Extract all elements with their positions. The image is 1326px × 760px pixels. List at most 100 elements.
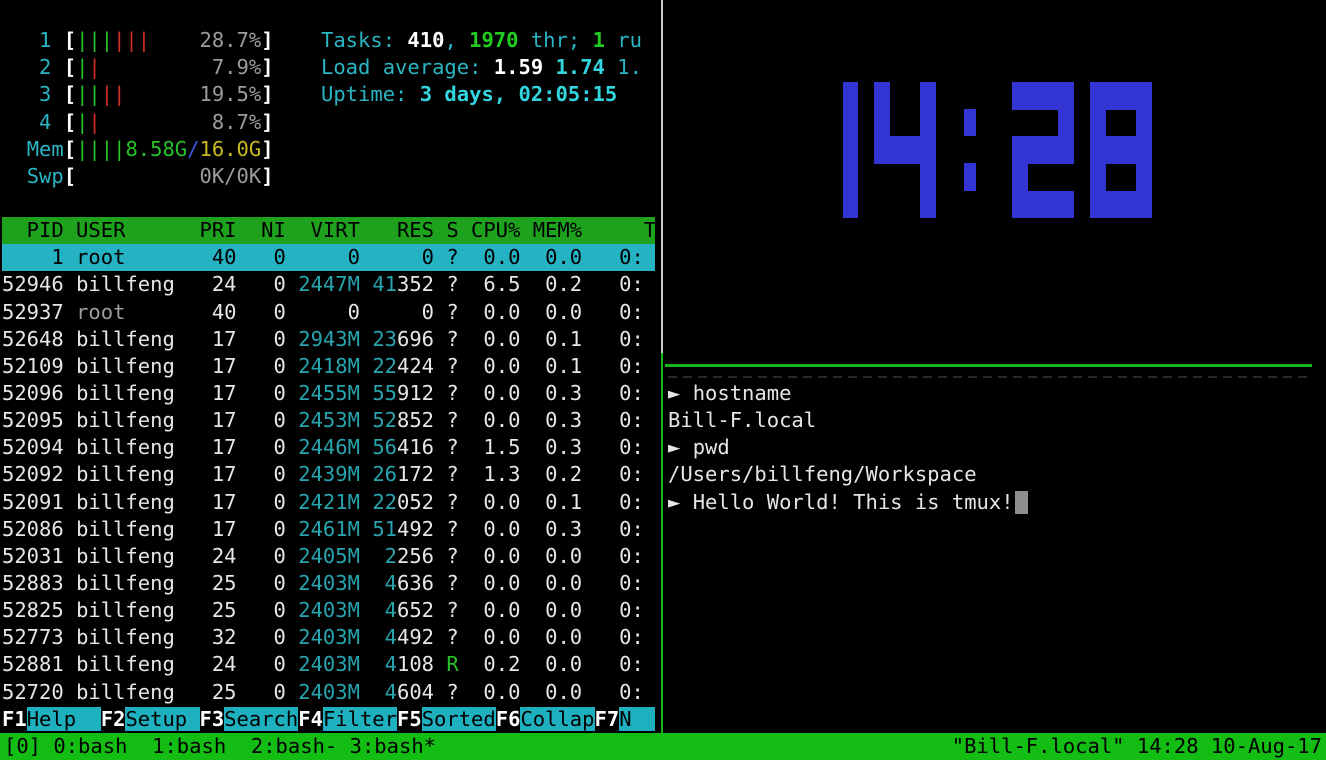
fkey-n-key[interactable]: F7 bbox=[595, 707, 620, 731]
cell-ni: 0 bbox=[237, 327, 286, 351]
process-row[interactable]: 52109 billfeng 17 0 2418M 22424 ? 0.0 0.… bbox=[2, 353, 655, 380]
process-row[interactable]: 52086 billfeng 17 0 2461M 51492 ? 0.0 0.… bbox=[2, 516, 655, 543]
process-row[interactable]: 52091 billfeng 17 0 2421M 22052 ? 0.0 0.… bbox=[2, 489, 655, 516]
process-row[interactable]: 52092 billfeng 17 0 2439M 26172 ? 1.3 0.… bbox=[2, 461, 655, 488]
cell-res: 696 bbox=[397, 327, 434, 351]
cell-res: 4 bbox=[385, 625, 397, 649]
process-row[interactable]: 52720 billfeng 25 0 2403M 4604 ? 0.0 0.0… bbox=[2, 679, 655, 706]
process-row[interactable]: 52096 billfeng 17 0 2455M 55912 ? 0.0 0.… bbox=[2, 380, 655, 407]
cell-cpu: 0.0 bbox=[459, 625, 521, 649]
blank-line bbox=[2, 0, 655, 27]
cell-ni: 0 bbox=[237, 272, 286, 296]
cell-cpu: 0.0 bbox=[459, 598, 521, 622]
fkey-sorted-button[interactable]: Sorted bbox=[422, 707, 496, 731]
cell-pri: 17 bbox=[187, 517, 236, 541]
process-row[interactable]: 52094 billfeng 17 0 2446M 56416 ? 1.5 0.… bbox=[2, 434, 655, 461]
process-row[interactable]: 52031 billfeng 24 0 2405M 2256 ? 0.0 0.0… bbox=[2, 543, 655, 570]
fkey-search-key[interactable]: F3 bbox=[200, 707, 225, 731]
process-table-header[interactable]: PID USER PRI NI VIRT RES S CPU% MEM% TIM… bbox=[2, 217, 655, 244]
cell-pri: 17 bbox=[187, 490, 236, 514]
meter-bracket-close: ] bbox=[261, 82, 273, 106]
shell-command: hostname bbox=[693, 381, 792, 405]
cell-pri: 24 bbox=[187, 272, 236, 296]
summary-tasks-segment: Tasks: bbox=[321, 28, 407, 52]
fkey-help-key[interactable]: F1 bbox=[2, 707, 27, 731]
cell-time: 0: bbox=[582, 517, 644, 541]
text-segment bbox=[286, 462, 298, 486]
process-row[interactable]: 52946 billfeng 24 0 2447M 41352 ? 6.5 0.… bbox=[2, 271, 655, 298]
fkey-collap-key[interactable]: F6 bbox=[496, 707, 521, 731]
process-row[interactable]: 52937 root 40 0 0 0 ? 0.0 0.0 0: bbox=[2, 299, 655, 326]
text-segment bbox=[2, 82, 27, 106]
cell-pid: 52086 bbox=[2, 517, 64, 541]
text-segment bbox=[286, 327, 298, 351]
text-segment bbox=[64, 462, 76, 486]
text-segment bbox=[64, 408, 76, 432]
meter-label: Swp bbox=[27, 164, 64, 188]
process-row[interactable]: 52881 billfeng 24 0 2403M 4108 R 0.2 0.0… bbox=[2, 651, 655, 678]
summary-load-average-segment: 1.59 bbox=[494, 55, 556, 79]
cell-user: billfeng bbox=[76, 354, 187, 378]
window-tab-0[interactable]: 0:bash bbox=[53, 734, 152, 758]
summary-tasks-segment: thr; bbox=[519, 28, 593, 52]
shell-command: Hello World! This is tmux! bbox=[693, 490, 1014, 514]
meter-bracket-close: ] bbox=[261, 137, 273, 161]
process-row[interactable]: 52095 billfeng 17 0 2453M 52852 ? 0.0 0.… bbox=[2, 407, 655, 434]
fkey-filter-button[interactable]: Filter bbox=[323, 707, 397, 731]
process-row[interactable]: 52825 billfeng 25 0 2403M 4652 ? 0.0 0.0… bbox=[2, 597, 655, 624]
pane-border-horizontal-active[interactable] bbox=[665, 364, 1312, 367]
process-row[interactable]: 52883 billfeng 25 0 2403M 4636 ? 0.0 0.0… bbox=[2, 570, 655, 597]
shell-prompt-line[interactable]: ► Hello World! This is tmux! bbox=[668, 489, 1318, 516]
window-tab-2[interactable]: 2:bash- bbox=[251, 734, 350, 758]
fkey-setup-key[interactable]: F2 bbox=[101, 707, 126, 731]
text-segment bbox=[434, 680, 446, 704]
blank-line bbox=[2, 190, 655, 217]
cell-mem: 0.0 bbox=[520, 571, 582, 595]
cell-time: 0: bbox=[582, 327, 644, 351]
text-segment bbox=[64, 490, 76, 514]
fkey-n-button[interactable]: N bbox=[619, 707, 655, 731]
process-row[interactable]: 1 root 40 0 0 0 ? 0.0 0.0 0: bbox=[2, 244, 655, 271]
window-tab-1[interactable]: 1:bash bbox=[152, 734, 251, 758]
cell-ni: 0 bbox=[237, 490, 286, 514]
cell-state: ? bbox=[446, 381, 458, 405]
cell-pid: 1 bbox=[2, 245, 64, 269]
cell-ni: 0 bbox=[237, 517, 286, 541]
fkey-search-button[interactable]: Search bbox=[224, 707, 298, 731]
cell-pid: 52109 bbox=[2, 354, 64, 378]
summary-uptime: Uptime: 3 days, 02:05:15 bbox=[321, 81, 642, 108]
text-segment bbox=[2, 110, 27, 134]
process-row[interactable]: 52648 billfeng 17 0 2943M 23696 ? 0.0 0.… bbox=[2, 326, 655, 353]
cell-state: ? bbox=[446, 408, 458, 432]
meter-bracket-close: ] bbox=[261, 28, 273, 52]
cell-pid: 52096 bbox=[2, 381, 64, 405]
htop-pane[interactable]: 1 [|||||| 28.7%] 2 [|| 7.9%] 3 [|||| 19.… bbox=[0, 0, 655, 734]
cell-ni: 0 bbox=[237, 598, 286, 622]
window-tab-3[interactable]: 3:bash* bbox=[350, 734, 436, 758]
clock-display[interactable] bbox=[843, 82, 1168, 218]
process-row[interactable]: 52773 billfeng 32 0 2403M 4492 ? 0.0 0.0… bbox=[2, 624, 655, 651]
fkey-collap-button[interactable]: Collap bbox=[520, 707, 594, 731]
meter-bars: |||| bbox=[76, 137, 125, 161]
pane-border-vertical-active[interactable] bbox=[661, 353, 663, 733]
cell-virt: 2418M bbox=[298, 354, 360, 378]
cell-ni: 0 bbox=[237, 680, 286, 704]
meter-bars: | bbox=[76, 110, 88, 134]
pane-border-vertical-inactive[interactable] bbox=[661, 0, 663, 353]
text-segment bbox=[286, 598, 298, 622]
text-segment bbox=[360, 625, 372, 649]
cell-mem: 0.0 bbox=[520, 300, 582, 324]
cell-mem: 0.1 bbox=[520, 354, 582, 378]
fkey-filter-key[interactable]: F4 bbox=[298, 707, 323, 731]
cell-mem: 0.0 bbox=[520, 598, 582, 622]
text-segment bbox=[434, 245, 446, 269]
text-segment bbox=[434, 625, 446, 649]
meter-bars: || bbox=[101, 82, 126, 106]
fkey-help-button[interactable]: Help bbox=[27, 707, 101, 731]
shell-pane[interactable]: ► hostnameBill-F.local► pwd/Users/billfe… bbox=[668, 380, 1318, 516]
fkey-sorted-key[interactable]: F5 bbox=[397, 707, 422, 731]
fkey-setup-button[interactable]: Setup bbox=[125, 707, 199, 731]
fkey-bar: F1Help F2Setup F3SearchF4FilterF5SortedF… bbox=[2, 706, 655, 733]
cell-virt: 2461M bbox=[298, 517, 360, 541]
cell-pri: 17 bbox=[187, 354, 236, 378]
